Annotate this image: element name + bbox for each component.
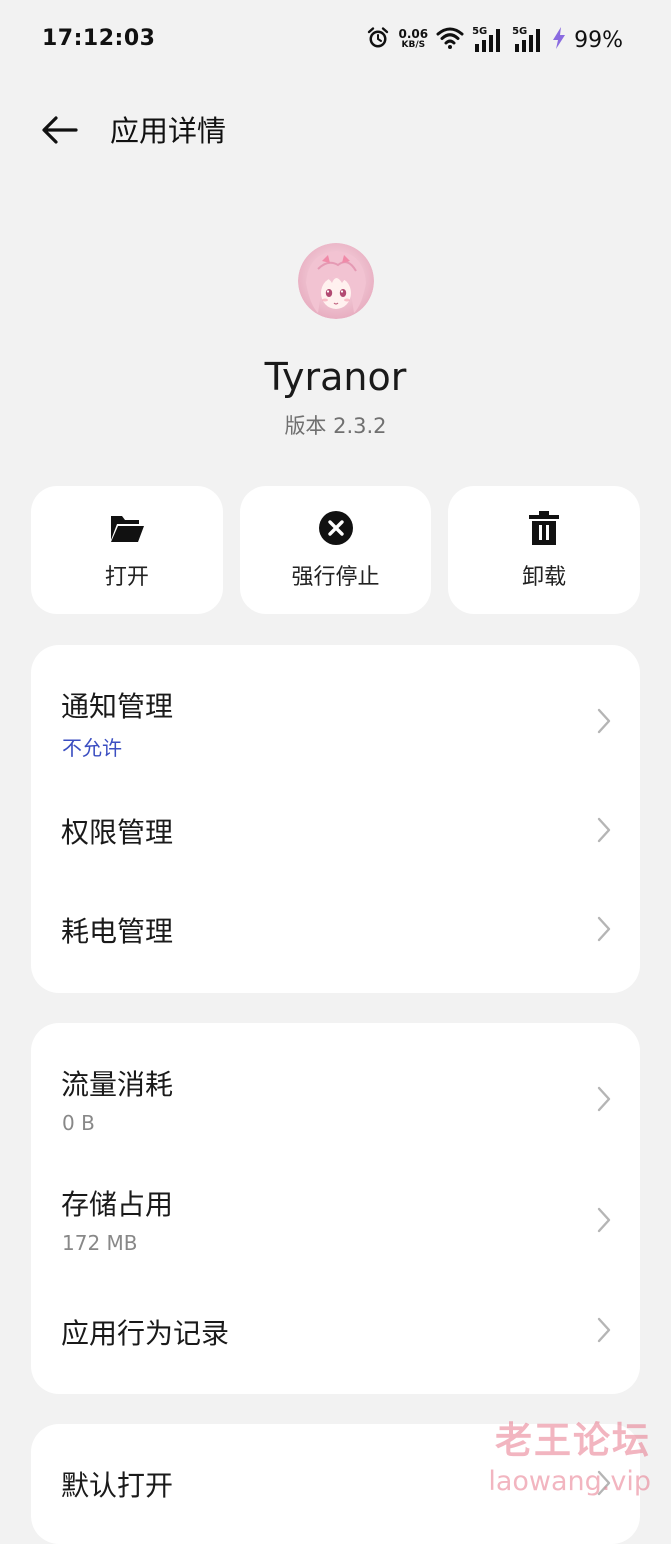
app-bar: 应用详情 — [0, 100, 671, 160]
force-stop-button[interactable]: 强行停止 — [239, 486, 432, 614]
back-button[interactable] — [38, 108, 82, 152]
app-behavior-log-row[interactable]: 应用行为记录 — [31, 1275, 640, 1385]
battery-percent: 99% — [574, 27, 623, 53]
signal-icon-sim2: 5G — [512, 26, 544, 53]
chevron-right-icon — [597, 916, 611, 942]
app-icon — [298, 243, 374, 319]
net-speed-unit: KB/S — [401, 40, 426, 50]
data-usage-value: 0 B — [62, 1111, 95, 1135]
storage-usage-row[interactable]: 存储占用 172 MB — [31, 1149, 640, 1275]
folder-open-icon — [108, 509, 146, 547]
chevron-right-icon — [597, 708, 611, 734]
chevron-right-icon — [597, 1207, 611, 1233]
storage-usage-title: 存储占用 — [61, 1188, 174, 1221]
data-usage-title: 流量消耗 — [61, 1068, 174, 1101]
back-arrow-icon — [42, 116, 78, 144]
chevron-right-icon — [597, 1086, 611, 1112]
status-bar: 17:12:03 0.06 KB/S 5G 5G 99% — [0, 0, 671, 80]
notification-management-row[interactable]: 通知管理 不允许 — [31, 645, 640, 781]
trash-icon — [525, 509, 563, 547]
app-name: Tyranor — [264, 355, 407, 399]
action-buttons: 打开 强行停止 卸载 — [31, 486, 641, 614]
net-speed-value: 0.06 — [398, 27, 429, 41]
chevron-right-icon — [597, 1470, 611, 1496]
notification-status: 不允许 — [62, 736, 122, 760]
page-title: 应用详情 — [110, 114, 227, 148]
wifi-icon — [436, 26, 464, 54]
usage-card: 流量消耗 0 B 存储占用 172 MB 应用行为记录 — [31, 1023, 640, 1394]
force-stop-button-label: 强行停止 — [291, 565, 380, 590]
alarm-icon — [366, 26, 390, 54]
permission-management-row[interactable]: 权限管理 — [31, 781, 640, 881]
open-button[interactable]: 打开 — [31, 486, 223, 614]
close-circle-icon — [317, 509, 355, 547]
chevron-right-icon — [597, 1317, 611, 1343]
uninstall-button[interactable]: 卸载 — [448, 486, 641, 614]
management-card: 通知管理 不允许 权限管理 耗电管理 — [31, 645, 640, 993]
permission-management-title: 权限管理 — [61, 816, 174, 849]
app-behavior-log-title: 应用行为记录 — [61, 1317, 230, 1350]
battery-management-title: 耗电管理 — [61, 915, 174, 948]
open-by-default-row[interactable]: 默认打开 — [31, 1424, 640, 1544]
defaults-card: 默认打开 — [31, 1424, 640, 1544]
storage-usage-value: 172 MB — [62, 1231, 138, 1255]
status-icons: 0.06 KB/S 5G 5G 99% — [366, 24, 623, 56]
charging-icon — [552, 26, 566, 54]
open-button-label: 打开 — [104, 565, 149, 590]
chevron-right-icon — [597, 817, 611, 843]
open-by-default-title: 默认打开 — [61, 1469, 174, 1502]
status-time: 17:12:03 — [42, 26, 156, 51]
notification-management-title: 通知管理 — [61, 690, 174, 723]
app-version: 版本 2.3.2 — [284, 414, 387, 438]
net-speed: 0.06 KB/S — [398, 27, 429, 51]
uninstall-button-label: 卸载 — [522, 565, 567, 590]
battery-management-row[interactable]: 耗电管理 — [31, 881, 640, 981]
data-usage-row[interactable]: 流量消耗 0 B — [31, 1023, 640, 1149]
signal-icon-sim1: 5G — [472, 26, 504, 53]
